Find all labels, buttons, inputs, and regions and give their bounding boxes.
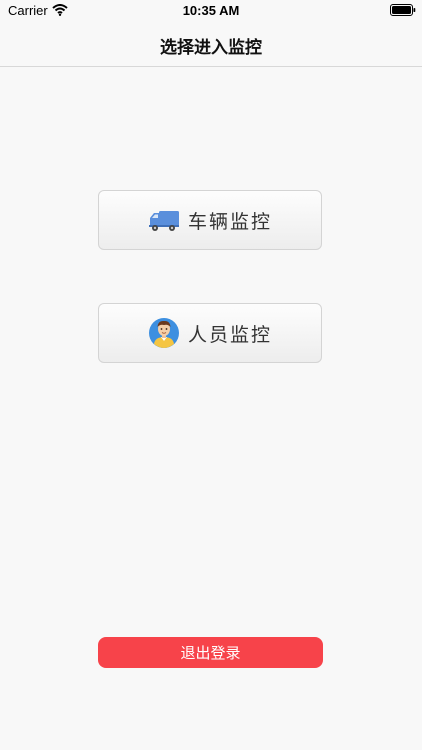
personnel-monitor-button[interactable]: 人员监控 — [98, 303, 322, 363]
personnel-monitor-label: 人员监控 — [187, 323, 272, 346]
page-title: 选择进入监控 — [160, 38, 262, 58]
status-time: 10:35 AM — [182, 3, 240, 18]
battery-icon — [390, 4, 416, 16]
truck-icon — [148, 211, 179, 231]
vehicle-monitor-button[interactable]: 车辆监控 — [98, 190, 322, 250]
logout-button[interactable]: 退出登录 — [98, 637, 323, 668]
person-avatar-icon — [148, 318, 179, 348]
navigation-bar: 选择进入监控 — [0, 22, 422, 67]
vehicle-monitor-label: 车辆监控 — [187, 210, 272, 233]
status-bar: Carrier 10:35 AM — [0, 0, 422, 22]
